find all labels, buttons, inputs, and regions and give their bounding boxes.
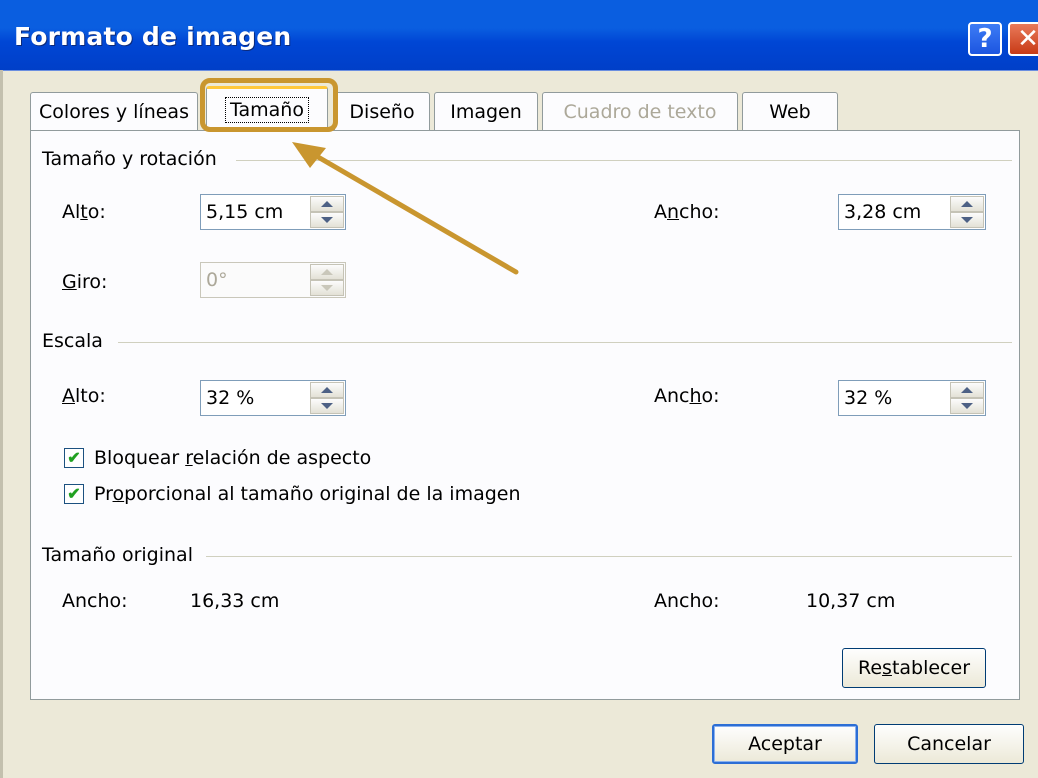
scale-height-label: Alto: [62, 385, 106, 407]
spin-down-button[interactable] [950, 398, 984, 414]
arrow-head [292, 142, 326, 168]
cancel-button[interactable]: Cancelar [874, 724, 1024, 764]
section-divider [118, 342, 1012, 343]
arrow-up-icon [961, 387, 973, 393]
tab-label: Web [769, 100, 811, 123]
close-button[interactable]: ✕ [1008, 22, 1038, 56]
reset-button[interactable]: Re s tablecer [842, 648, 986, 688]
lock-aspect-label[interactable]: Bloquear relación de aspecto [94, 447, 371, 469]
relative-original-label[interactable]: Proporcional al tamaño original de la im… [94, 483, 521, 505]
help-button[interactable]: ? [968, 22, 1002, 56]
spin-up-button[interactable] [950, 196, 984, 212]
arrow-up-icon [961, 201, 973, 207]
tab-web[interactable]: Web [742, 92, 838, 130]
width-input[interactable]: 3,28 cm [844, 201, 921, 223]
tab-label: Colores y líneas [39, 100, 189, 123]
section-heading-original: Tamaño original [42, 544, 193, 566]
spin-down-button[interactable] [950, 212, 984, 228]
ok-button[interactable]: Aceptar [712, 724, 858, 764]
arrow-down-icon [961, 403, 973, 409]
tab-cuadro-de-texto: Cuadro de texto [542, 92, 738, 130]
width-spinner[interactable]: 3,28 cm [838, 194, 986, 230]
tab-label: Cuadro de texto [563, 100, 717, 123]
tab-colores-y-lineas[interactable]: Colores y líneas [30, 92, 198, 130]
scale-width-input[interactable]: 32 % [844, 387, 892, 409]
rotation-input: 0° [206, 269, 228, 291]
scale-width-spinner[interactable]: 32 % [838, 380, 986, 416]
title-bar[interactable]: Formato de imagen ? ✕ [0, 0, 1038, 71]
close-icon: ✕ [1017, 24, 1038, 54]
rotation-label: Giro: [62, 271, 108, 293]
arrow-down-icon [961, 217, 973, 223]
original-height-label: Ancho: [654, 590, 720, 612]
scale-height-input[interactable]: 32 % [206, 387, 254, 409]
scale-width-label: Ancho: [654, 385, 720, 407]
arrow-shaft [303, 147, 519, 275]
original-width-value: 16,33 cm [190, 590, 280, 612]
section-heading-size-rotation: Tamaño y rotación [42, 148, 217, 170]
original-height-value: 10,37 cm [806, 590, 896, 612]
spin-up-button[interactable] [950, 382, 984, 398]
width-label: Ancho: [654, 201, 720, 223]
relative-original-checkbox[interactable]: ✔ [64, 484, 84, 504]
section-heading-scale: Escala [42, 330, 103, 352]
window-title: Formato de imagen [14, 22, 292, 51]
help-icon: ? [977, 24, 993, 54]
dialog-left-edge [0, 70, 3, 778]
spin-down-button[interactable] [310, 398, 344, 414]
height-label: Alto: [62, 201, 106, 223]
lock-aspect-checkbox[interactable]: ✔ [64, 448, 84, 468]
arrow-down-icon [321, 403, 333, 409]
height-input[interactable]: 5,15 cm [206, 201, 283, 223]
scale-height-spinner[interactable]: 32 % [200, 380, 346, 416]
spin-up-button[interactable] [310, 382, 344, 398]
pointer-arrow-annotation [292, 142, 519, 275]
checkmark-icon: ✔ [67, 486, 81, 503]
checkmark-icon: ✔ [67, 450, 81, 467]
arrow-up-icon [321, 387, 333, 393]
section-divider [206, 556, 1012, 557]
original-width-label: Ancho: [62, 590, 128, 612]
